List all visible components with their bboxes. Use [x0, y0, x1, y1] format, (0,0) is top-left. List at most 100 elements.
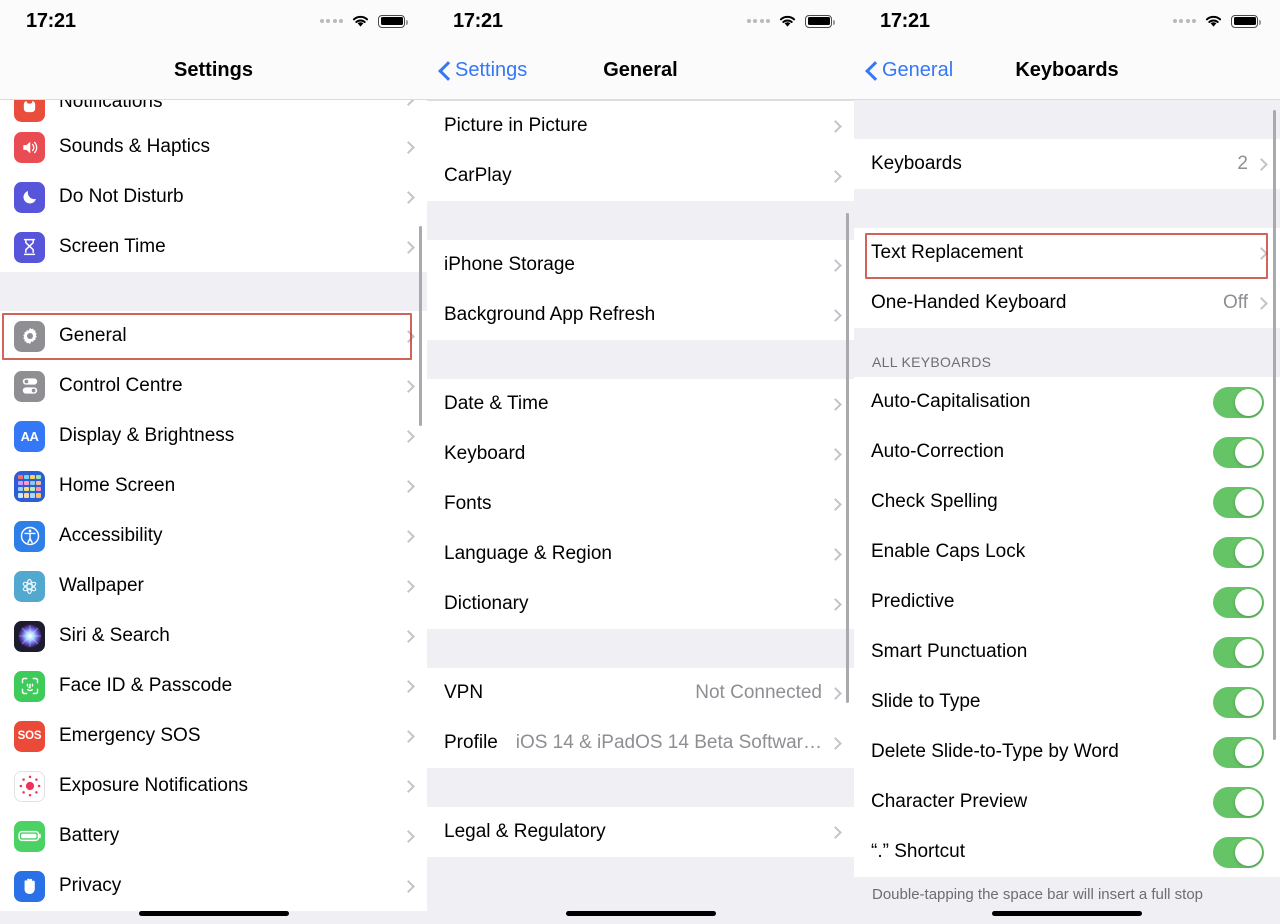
toggle-check-spelling[interactable]: [1213, 486, 1264, 518]
home-indicator: [565, 911, 716, 916]
chevron-right-icon: [829, 547, 842, 561]
emergency-sos-icon: SOS: [14, 720, 45, 752]
general-group-2: iPhone Storage Background App Refresh: [427, 240, 854, 340]
scrollbar-keyboards[interactable]: [1272, 110, 1276, 740]
toggle-auto-capitalisation[interactable]: [1213, 386, 1264, 418]
sidebar-item-do-not-disturb[interactable]: Do Not Disturb: [0, 172, 427, 222]
toggle-smart-punctuation[interactable]: [1213, 636, 1264, 668]
settings-list[interactable]: Notifications Sounds & Haptics Do Not Di…: [0, 100, 427, 924]
list-item-check-spelling[interactable]: Check Spelling: [854, 477, 1280, 527]
list-item-value: Not Connected: [695, 682, 822, 703]
list-item-text-replacement[interactable]: Text Replacement: [854, 228, 1280, 278]
list-item-dictionary[interactable]: Dictionary: [427, 579, 854, 629]
list-item-slide-to-type[interactable]: Slide to Type: [854, 677, 1280, 727]
sidebar-item-exposure-notifications[interactable]: Exposure Notifications: [0, 761, 427, 811]
chevron-right-icon: [829, 119, 842, 133]
sidebar-item-siri-search[interactable]: Siri & Search: [0, 611, 427, 661]
group-gap: [427, 768, 854, 807]
list-item-date-time[interactable]: Date & Time: [427, 379, 854, 429]
sidebar-item-label: Control Centre: [59, 375, 183, 396]
sidebar-item-emergency-sos[interactable]: SOS Emergency SOS: [0, 711, 427, 761]
general-group-1: Picture in Picture CarPlay: [427, 100, 854, 201]
exposure-notifications-icon: [14, 770, 45, 802]
chevron-right-icon: [829, 686, 842, 700]
chevron-right-icon: [402, 679, 415, 693]
list-item-label: Slide to Type: [871, 691, 981, 712]
status-indicators: [746, 14, 835, 28]
sidebar-item-accessibility[interactable]: Accessibility: [0, 511, 427, 561]
general-list[interactable]: Picture in Picture CarPlay iPhone Storag…: [427, 100, 854, 924]
list-item-language-region[interactable]: Language & Region: [427, 529, 854, 579]
chevron-right-icon: [402, 579, 415, 593]
list-item-character-preview[interactable]: Character Preview: [854, 777, 1280, 827]
toggle-slide-to-type[interactable]: [1213, 686, 1264, 718]
chevron-right-icon: [402, 429, 415, 443]
list-item-keyboard[interactable]: Keyboard: [427, 429, 854, 479]
list-item-enable-caps-lock[interactable]: Enable Caps Lock: [854, 527, 1280, 577]
sidebar-item-screen-time[interactable]: Screen Time: [0, 222, 427, 272]
privacy-hand-icon: [14, 870, 45, 902]
list-item-delete-slide-to-type-by-word[interactable]: Delete Slide-to-Type by Word: [854, 727, 1280, 777]
chevron-right-icon: [829, 308, 842, 322]
sidebar-item-display-brightness[interactable]: AA Display & Brightness: [0, 411, 427, 461]
sidebar-item-general[interactable]: General: [0, 311, 427, 361]
list-item-vpn[interactable]: VPN Not Connected: [427, 668, 854, 718]
scrollbar-general[interactable]: [845, 213, 849, 703]
list-item-label: Keyboards: [871, 153, 962, 174]
list-item-profile[interactable]: Profile iOS 14 & iPadOS 14 Beta Softwar…: [427, 718, 854, 768]
list-item-label: Auto-Correction: [871, 441, 1005, 462]
list-item-label: Dictionary: [444, 593, 529, 614]
sidebar-item-wallpaper[interactable]: Wallpaper: [0, 561, 427, 611]
chevron-right-icon: [829, 169, 842, 183]
list-item-iphone-storage[interactable]: iPhone Storage: [427, 240, 854, 290]
group-gap: [427, 340, 854, 379]
list-item-smart-punctuation[interactable]: Smart Punctuation: [854, 627, 1280, 677]
scrollbar-settings[interactable]: [418, 226, 422, 426]
list-item-one-handed-keyboard[interactable]: One-Handed Keyboard Off: [854, 278, 1280, 328]
toggle-predictive[interactable]: [1213, 586, 1264, 618]
toggle-auto-correction[interactable]: [1213, 436, 1264, 468]
sidebar-item-privacy[interactable]: Privacy: [0, 861, 427, 911]
keyboards-list[interactable]: Keyboards 2 Text Replacement One-Handed …: [854, 100, 1280, 924]
home-indicator: [138, 911, 289, 916]
sidebar-item-battery[interactable]: Battery: [0, 811, 427, 861]
list-item-predictive[interactable]: Predictive: [854, 577, 1280, 627]
list-item-full-stop-shortcut[interactable]: “.” Shortcut: [854, 827, 1280, 877]
toggle-enable-caps-lock[interactable]: [1213, 536, 1264, 568]
settings-nav-bar: Settings: [0, 42, 427, 100]
sidebar-item-control-centre[interactable]: Control Centre: [0, 361, 427, 411]
keyboards-nav-bar: General Keyboards: [854, 42, 1280, 100]
list-item-label: Picture in Picture: [444, 115, 588, 136]
list-item-fonts[interactable]: Fonts: [427, 479, 854, 529]
notifications-icon: [14, 100, 45, 122]
list-item-legal-regulatory[interactable]: Legal & Regulatory: [427, 807, 854, 857]
siri-search-icon: [14, 620, 45, 652]
keyboards-screen: 17:21 General Keyboards Keyboards 2 Text…: [854, 0, 1280, 924]
chevron-right-icon: [1255, 246, 1268, 260]
list-item-auto-capitalisation[interactable]: Auto-Capitalisation: [854, 377, 1280, 427]
list-item-picture-in-picture[interactable]: Picture in Picture: [427, 101, 854, 151]
chevron-right-icon: [1255, 296, 1268, 310]
sidebar-item-notifications[interactable]: Notifications: [0, 100, 427, 122]
chevron-right-icon: [402, 629, 415, 643]
general-group-4: VPN Not Connected Profile iOS 14 & iPadO…: [427, 668, 854, 768]
cellular-dots-icon: [1172, 19, 1196, 23]
sidebar-item-sounds-haptics[interactable]: Sounds & Haptics: [0, 122, 427, 172]
back-button-general[interactable]: General: [854, 59, 953, 82]
sidebar-item-home-screen[interactable]: Home Screen: [0, 461, 427, 511]
list-item-keyboards[interactable]: Keyboards 2: [854, 139, 1280, 189]
section-footer-note: Double-tapping the space bar will insert…: [854, 877, 1280, 905]
toggle-character-preview[interactable]: [1213, 786, 1264, 818]
list-item-carplay[interactable]: CarPlay: [427, 151, 854, 201]
toggle-delete-slide-to-type-by-word[interactable]: [1213, 736, 1264, 768]
list-item-label: “.” Shortcut: [871, 841, 965, 862]
group-gap: [0, 272, 427, 311]
list-item-auto-correction[interactable]: Auto-Correction: [854, 427, 1280, 477]
list-item-background-app-refresh[interactable]: Background App Refresh: [427, 290, 854, 340]
status-clock: 17:21: [880, 9, 930, 32]
back-button-settings[interactable]: Settings: [427, 59, 527, 82]
list-item-value: 2: [1237, 153, 1248, 174]
chevron-right-icon: [829, 597, 842, 611]
sidebar-item-face-id-passcode[interactable]: Face ID & Passcode: [0, 661, 427, 711]
toggle-full-stop-shortcut[interactable]: [1213, 836, 1264, 868]
